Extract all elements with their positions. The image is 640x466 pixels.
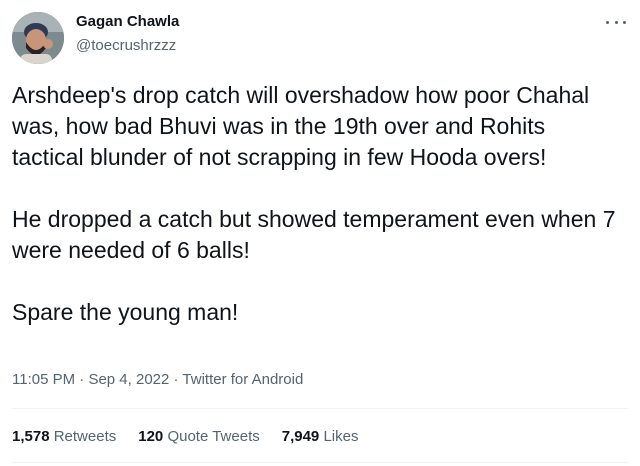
tweet-meta: 11:05 PM · Sep 4, 2022 · Twitter for And… bbox=[12, 370, 303, 390]
tweet-date[interactable]: Sep 4, 2022 bbox=[88, 371, 169, 388]
author-handle[interactable]: @toecrushrzzz bbox=[76, 36, 179, 56]
meta-separator: · bbox=[169, 371, 183, 388]
tweet-paragraph: He dropped a catch but showed temperamen… bbox=[12, 206, 616, 263]
tweet-time[interactable]: 11:05 PM bbox=[12, 371, 75, 388]
likes-stat[interactable]: 7,949 Likes bbox=[282, 427, 359, 447]
dot bbox=[623, 20, 626, 24]
tweet-card: Gagan Chawla @toecrushrzzz Arshdeep's dr… bbox=[0, 0, 640, 466]
retweets-stat[interactable]: 1,578 Retweets bbox=[12, 427, 116, 447]
tweet-paragraph: Spare the young man! bbox=[12, 299, 239, 325]
retweets-count: 1,578 bbox=[12, 428, 50, 445]
avatar[interactable] bbox=[12, 12, 64, 64]
dot bbox=[614, 20, 618, 24]
retweets-label: Retweets bbox=[53, 428, 117, 445]
author-block: Gagan Chawla @toecrushrzzz bbox=[76, 12, 179, 56]
likes-count: 7,949 bbox=[281, 428, 320, 445]
likes-label: Likes bbox=[323, 428, 359, 445]
dot bbox=[606, 20, 609, 24]
divider bbox=[12, 462, 628, 463]
tweet-paragraph: Arshdeep's drop catch will overshadow ho… bbox=[12, 82, 590, 170]
meta-separator: · bbox=[75, 371, 89, 388]
quote-tweets-stat[interactable]: 120 Quote Tweets bbox=[138, 427, 259, 447]
quote-tweets-count: 120 bbox=[138, 428, 164, 445]
divider bbox=[12, 408, 628, 409]
author-display-name[interactable]: Gagan Chawla bbox=[76, 12, 179, 32]
tweet-source[interactable]: Twitter for Android bbox=[182, 371, 303, 388]
more-options-icon[interactable] bbox=[606, 14, 626, 30]
profile-photo-icon bbox=[12, 12, 64, 64]
tweet-text: Arshdeep's drop catch will overshadow ho… bbox=[12, 80, 622, 328]
quote-tweets-label: Quote Tweets bbox=[167, 428, 260, 445]
tweet-stats: 1,578 Retweets 120 Quote Tweets 7,949 Li… bbox=[12, 427, 380, 447]
